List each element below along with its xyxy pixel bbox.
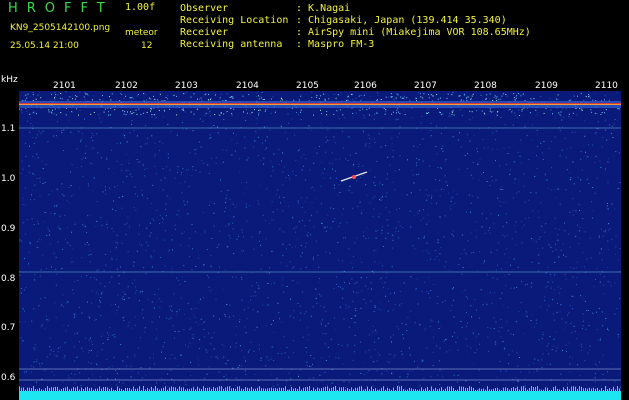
info-label-observer: Observer xyxy=(180,3,229,14)
spectrogram-canvas xyxy=(19,91,621,400)
x-tick-label: 2102 xyxy=(115,81,138,91)
y-tick-label: 0.8 xyxy=(1,274,16,284)
y-tick-label: 0.9 xyxy=(1,224,16,234)
x-tick-label: 2107 xyxy=(414,81,437,91)
info-label-receiver: Receiver xyxy=(180,27,229,38)
x-tick-label: 2108 xyxy=(474,81,497,91)
y-tick-label: 0.6 xyxy=(1,373,16,383)
file-datetime: 25.05.14 21:00 xyxy=(10,41,79,51)
spectrogram-plot xyxy=(19,91,621,400)
info-label-location: Receiving Location xyxy=(180,15,289,26)
brand-title: HROFFT xyxy=(8,1,114,16)
axis-unit-label: kHz xyxy=(1,75,18,85)
y-tick-label: 0.7 xyxy=(1,323,16,333)
x-tick-label: 2109 xyxy=(535,81,558,91)
y-tick-label: 1.1 xyxy=(1,124,16,134)
meteor-count: 12 xyxy=(141,41,153,51)
x-tick-label: 2110 xyxy=(595,81,618,91)
x-tick-label: 2103 xyxy=(175,81,198,91)
x-tick-label: 2106 xyxy=(354,81,377,91)
file-name: KN9_2505142100.png xyxy=(10,23,111,33)
brand-version: 1.00f xyxy=(125,2,156,13)
info-value-antenna: : Maspro FM-3 xyxy=(296,39,375,50)
info-value-observer: : K.Nagai xyxy=(296,3,351,14)
horizontal-lines xyxy=(19,127,621,381)
bottom-level-bar xyxy=(19,391,621,400)
info-value-location: : Chigasaki, Japan (139.414 35.340) xyxy=(296,15,507,26)
noise-field xyxy=(19,91,621,392)
info-label-antenna: Receiving antenna xyxy=(180,39,283,50)
x-tick-label: 2105 xyxy=(296,81,319,91)
carrier-band xyxy=(19,101,621,108)
x-tick-label: 2104 xyxy=(236,81,259,91)
hrofft-spectrogram-window: HROFFT 1.00f KN9_2505142100.png 25.05.14… xyxy=(0,0,629,400)
y-tick-label: 1.0 xyxy=(1,174,16,184)
info-value-receiver: : AirSpy mini (Miakejima VOR 108.65MHz) xyxy=(296,27,531,38)
meteor-label: meteor xyxy=(125,28,158,38)
meteor-echo xyxy=(340,171,368,182)
x-tick-label: 2101 xyxy=(53,81,76,91)
